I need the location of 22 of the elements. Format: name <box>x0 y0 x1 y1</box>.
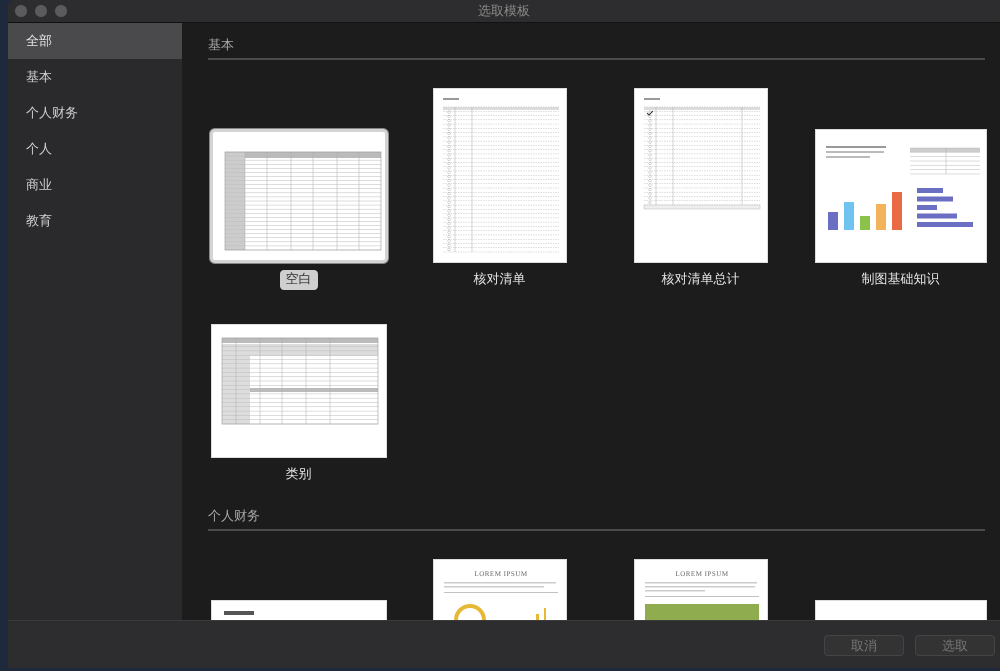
template-thumbnail[interactable] <box>432 88 566 263</box>
window-minimize-button[interactable] <box>35 5 47 17</box>
window-close-button[interactable] <box>15 5 27 17</box>
template-name: 核对清单总计 <box>660 271 740 289</box>
template-thumbnail[interactable] <box>210 129 388 263</box>
sidebar-item[interactable]: 个人财务 <box>8 95 182 131</box>
sidebar-item[interactable]: 全部 <box>8 23 182 59</box>
sidebar-item[interactable]: 基本 <box>8 59 182 95</box>
template-name: 空白 <box>280 270 318 290</box>
window-title: 选取模板 <box>478 4 530 19</box>
section-heading: 基本 <box>208 36 985 60</box>
sidebar-item[interactable]: 教育 <box>8 203 182 239</box>
template-name: 类别 <box>284 466 312 484</box>
window-zoom-button[interactable] <box>55 5 67 17</box>
sidebar-item[interactable]: 商业 <box>8 167 182 203</box>
template-name: 制图基础知识 <box>860 271 940 289</box>
template-thumbnail[interactable] <box>814 129 986 263</box>
template-thumbnail[interactable] <box>634 88 768 263</box>
template-name: 核对清单 <box>472 271 526 289</box>
section-heading: 个人财务 <box>208 507 985 531</box>
sidebar-item[interactable]: 个人 <box>8 131 182 167</box>
template-thumbnail[interactable] <box>210 324 386 458</box>
